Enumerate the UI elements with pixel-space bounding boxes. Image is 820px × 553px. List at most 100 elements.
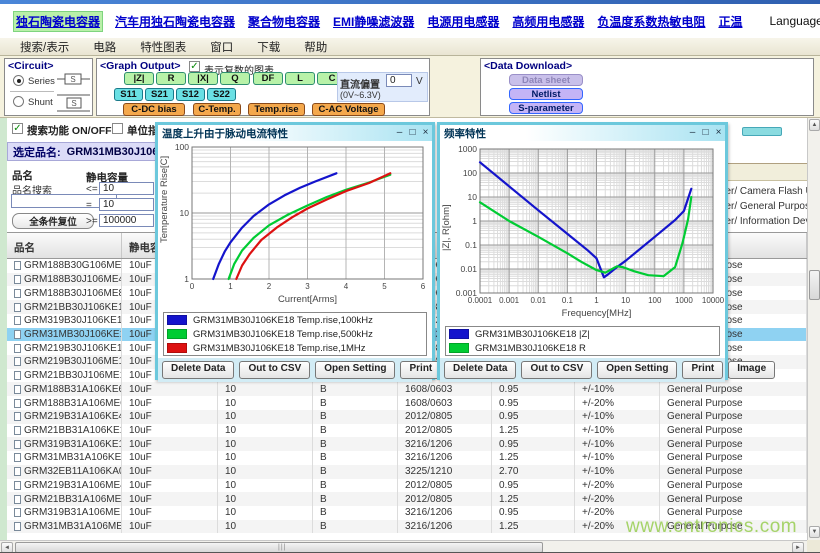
download-s-parameter-button[interactable]: S-parameter xyxy=(509,102,583,114)
legend-label: GRM31MB30J106KE18 Temp.rise,500kHz xyxy=(193,329,373,340)
document-icon xyxy=(14,261,21,270)
delete-data-button[interactable]: Delete Data xyxy=(444,361,516,379)
table-row[interactable]: GRM188B31A106ME6910uF10B1608/06030.95+/-… xyxy=(7,396,807,410)
menu-item-0[interactable]: 搜索/表示 xyxy=(20,39,69,55)
frequency-window-titlebar[interactable]: 频率特性 – □ × xyxy=(440,125,725,141)
graph-btn-s21[interactable]: S21 xyxy=(145,88,174,101)
temp-rise-window[interactable]: 温度上升由于脉动电流特性 – □ × 1101000123456Current[… xyxy=(155,122,435,380)
temp-rise-window-titlebar[interactable]: 温度上升由于脉动电流特性 – □ × xyxy=(158,125,432,141)
graph-btn-s12[interactable]: S12 xyxy=(176,88,205,101)
cell-app: General Purpose xyxy=(660,479,807,493)
graph-btn-c-ac-voltage[interactable]: C-AC Voltage xyxy=(312,103,385,116)
part-filter-header: 品名 xyxy=(12,168,33,183)
graph-btn-c-temp-[interactable]: C-Temp. xyxy=(193,103,241,116)
cell-thick: 0.95 xyxy=(492,382,575,396)
graph-btn-q[interactable]: Q xyxy=(220,72,250,85)
print-button[interactable]: Print xyxy=(682,361,723,379)
table-row[interactable]: GRM319B31A106KE1810uF10B3216/12060.95+/-… xyxy=(7,437,807,451)
minimize-icon[interactable]: – xyxy=(686,126,699,140)
nav-link-2[interactable]: 聚合物电容器 xyxy=(248,13,320,30)
vertical-scroll-thumb[interactable] xyxy=(809,270,820,300)
download-netlist-button[interactable]: Netlist xyxy=(509,88,583,100)
frequency-window[interactable]: 频率特性 – □ × 10001001010.10.010.0010.00010… xyxy=(437,122,728,380)
nav-link-1[interactable]: 汽车用独石陶瓷电容器 xyxy=(115,13,235,30)
nav-link-7[interactable]: 正温 xyxy=(718,13,742,30)
table-row[interactable]: GRM21BB31A106ME1810uF10B2012/08051.25+/-… xyxy=(7,492,807,506)
open-setting-button[interactable]: Open Setting xyxy=(597,361,677,379)
cell-tol: +/-20% xyxy=(575,479,660,493)
graph-btn-z[interactable]: |Z| xyxy=(124,72,154,85)
search-toggle-checkbox[interactable]: ✓ xyxy=(12,123,23,134)
table-row[interactable]: GRM32EB11A106KA0110uF10B3225/12102.70+/-… xyxy=(7,465,807,479)
nav-link-5[interactable]: 高频用电感器 xyxy=(512,13,584,30)
maximize-icon[interactable]: □ xyxy=(406,126,419,140)
table-row[interactable]: GRM188B31A106KE6910uF10B1608/06030.95+/-… xyxy=(7,382,807,396)
graph-btn-l[interactable]: L xyxy=(285,72,315,85)
table-row[interactable]: GRM21BB31A106KE1810uF10B2012/08051.25+/-… xyxy=(7,424,807,438)
close-icon[interactable]: × xyxy=(419,126,432,140)
svg-text:10: 10 xyxy=(180,208,190,218)
graph-btn-s11[interactable]: S11 xyxy=(114,88,143,101)
delete-data-button[interactable]: Delete Data xyxy=(162,361,234,379)
scroll-right-icon[interactable]: ► xyxy=(792,542,804,553)
graph-btn-r[interactable]: R xyxy=(156,72,186,85)
left-edge-strip xyxy=(0,118,7,553)
graph-btn-df[interactable]: DF xyxy=(253,72,283,85)
cap-filter-input-1[interactable] xyxy=(99,198,154,211)
out-to-csv-button[interactable]: Out to CSV xyxy=(521,361,592,379)
scroll-left-icon[interactable]: ◄ xyxy=(1,542,13,553)
scroll-up-icon[interactable]: ▲ xyxy=(809,119,820,131)
menu-item-4[interactable]: 下载 xyxy=(257,39,280,55)
horizontal-scrollbar[interactable]: ◄ ||| ► xyxy=(0,540,807,553)
horizontal-scroll-thumb[interactable]: ||| xyxy=(15,542,543,553)
nav-link-6[interactable]: 负温度系数热敏电阻 xyxy=(597,13,705,30)
menu-item-5[interactable]: 帮助 xyxy=(304,39,327,55)
cell-thick: 0.95 xyxy=(492,396,575,410)
graph-btn-temp-rise[interactable]: Temp.rise xyxy=(248,103,305,116)
graph-btn-s22[interactable]: S22 xyxy=(207,88,236,101)
table-row[interactable]: GRM219B31A106KE4410uF10B2012/08050.95+/-… xyxy=(7,410,807,424)
print-button[interactable]: Print xyxy=(400,361,441,379)
column-header-0[interactable]: 品名 xyxy=(7,233,122,258)
circuit-divider xyxy=(10,91,54,92)
nav-link-4[interactable]: 电源用电感器 xyxy=(427,13,499,30)
reset-conditions-button[interactable]: 全条件复位 xyxy=(12,213,94,229)
dc-bias-input[interactable] xyxy=(386,74,412,87)
shunt-circuit-icon: S xyxy=(57,92,91,114)
multi-graph-checkbox[interactable]: ✓ xyxy=(189,61,200,72)
data-download-title: <Data Download> xyxy=(484,60,572,72)
menu-item-2[interactable]: 特性图表 xyxy=(140,39,186,55)
cell-tol: +/-10% xyxy=(575,424,660,438)
document-icon xyxy=(14,440,21,449)
series-radio[interactable] xyxy=(13,75,24,86)
cap-filter-op-0: <= xyxy=(86,184,98,195)
menu-bar: 搜索/表示 电路 特性图表 窗口 下载 帮助 xyxy=(0,38,820,56)
maximize-icon[interactable]: □ xyxy=(699,126,712,140)
unit-checkbox[interactable] xyxy=(112,123,123,134)
out-to-csv-button[interactable]: Out to CSV xyxy=(239,361,310,379)
vertical-scrollbar[interactable]: ▲ ▼ xyxy=(807,118,820,540)
cap-filter-input-0[interactable] xyxy=(99,182,154,195)
nav-link-3[interactable]: EMI静噪滤波器 xyxy=(333,13,414,30)
graph-btn-c-dc-bias[interactable]: C-DC bias xyxy=(123,103,185,116)
menu-item-1[interactable]: 电路 xyxy=(93,39,116,55)
shunt-radio[interactable] xyxy=(13,96,24,107)
close-icon[interactable]: × xyxy=(712,126,725,140)
scroll-down-icon[interactable]: ▼ xyxy=(809,526,820,538)
cell-cap: 10uF xyxy=(122,451,218,465)
svg-text:0.001: 0.001 xyxy=(499,296,520,305)
cell-app: General Purpose xyxy=(660,396,807,410)
minimize-icon[interactable]: – xyxy=(393,126,406,140)
nav-link-0[interactable]: 独石陶瓷电容器 xyxy=(14,12,102,31)
cell-part: GRM31MB30J106KE18 xyxy=(7,328,122,342)
image-button[interactable]: Image xyxy=(728,361,775,379)
cap-filter-input-2[interactable] xyxy=(99,214,154,227)
svg-text:3: 3 xyxy=(305,282,310,291)
cell-v: 10 xyxy=(218,382,313,396)
table-row[interactable]: GRM31MB31A106KE1810uF10B3216/12061.25+/-… xyxy=(7,451,807,465)
svg-text:100: 100 xyxy=(175,142,189,152)
table-row[interactable]: GRM219B31A106ME4410uF10B2012/08050.95+/-… xyxy=(7,479,807,493)
graph-btn-x[interactable]: |X| xyxy=(188,72,218,85)
menu-item-3[interactable]: 窗口 xyxy=(210,39,233,55)
open-setting-button[interactable]: Open Setting xyxy=(315,361,395,379)
